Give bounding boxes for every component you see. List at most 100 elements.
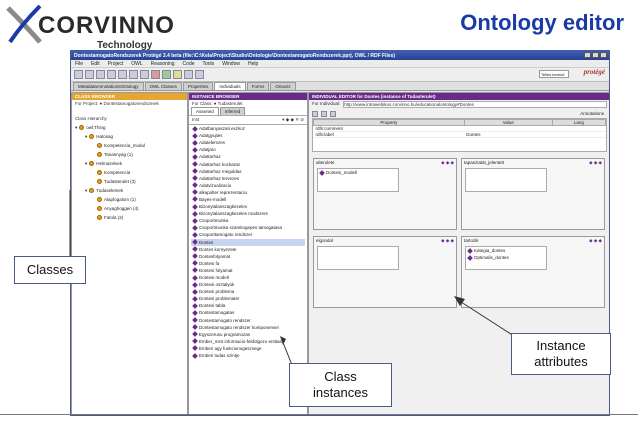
instance-item[interactable]: Adatvizualizacio (191, 182, 305, 189)
slot-value-list[interactable] (465, 168, 547, 192)
expand-icon[interactable]: ▾ (85, 161, 87, 167)
menu-item[interactable]: Tools (203, 61, 215, 67)
class-tree-item[interactable]: ▾ Helmazelvek (75, 159, 184, 168)
instance-item[interactable]: Dontesi problema (191, 288, 305, 295)
class-tree-item[interactable]: Tanannyag (1) (75, 150, 184, 159)
instance-icon (192, 338, 198, 345)
paste-icon[interactable] (129, 70, 138, 79)
instance-item[interactable]: Adatgyujtes (191, 132, 305, 139)
instance-item[interactable]: Dontestamogatas (191, 309, 305, 316)
class-tree-item[interactable]: ▾ owl:Thing (75, 123, 184, 132)
class-tree-item[interactable]: Alapfogalom (1) (75, 195, 184, 204)
instance-item[interactable]: alkapolter reprezentacio (191, 189, 305, 196)
menu-item[interactable]: Edit (91, 61, 100, 67)
slot-value[interactable]: Kategia_dontes (466, 247, 546, 254)
instance-item[interactable]: Csoportmunka szamitogepes tamogatasa (191, 224, 305, 231)
cut-icon[interactable] (107, 70, 116, 79)
expand-icon[interactable]: ▾ (75, 125, 77, 131)
menu-item[interactable]: Help (248, 61, 258, 67)
class-tree-item[interactable]: Anyaghoggen (4) (75, 204, 184, 213)
open-icon[interactable] (85, 70, 94, 79)
instance-item[interactable]: Emberi agy funkcionogeszsege (191, 345, 305, 352)
forward-icon[interactable] (195, 70, 204, 79)
instance-item[interactable]: Bizonytalanszagkezeles (191, 203, 305, 210)
slot-value[interactable]: Dontesi_modell (318, 169, 398, 176)
instance-item[interactable]: Csoporttamogato rendszer (191, 231, 305, 238)
class-tree-item[interactable]: ▾ Hatosag (75, 132, 184, 141)
tab-properties[interactable]: Properties (182, 82, 214, 90)
instance-item[interactable]: Dontesi modell (191, 274, 305, 281)
instance-tab-inferred[interactable]: Inferred (219, 107, 246, 115)
annotation-row[interactable]: rdfs:label Dontes (313, 131, 606, 138)
slot-value[interactable]: Optimalis_dontes (466, 254, 546, 261)
slide: CORVINNO Technology Transfer Ontology ed… (0, 0, 638, 442)
instance-item[interactable]: Adattarhaz tervezes (191, 175, 305, 182)
menu-item[interactable]: File (75, 61, 83, 67)
undo-icon[interactable] (140, 70, 149, 79)
slot-value-list[interactable]: Kategia_dontes Optimalis_dontes (465, 246, 547, 270)
close-button[interactable] (600, 52, 607, 58)
add-annotation-icon[interactable] (312, 110, 318, 117)
tab-ontoviz[interactable]: Ontoviz (270, 82, 296, 90)
redo-icon[interactable] (151, 70, 160, 79)
class-tree-item[interactable]: Kompetencia (75, 168, 184, 177)
reasoner-icon[interactable] (162, 70, 171, 79)
instance-item[interactable]: Adatjaro (191, 146, 305, 153)
menu-item[interactable]: Window (222, 61, 240, 67)
instance-item[interactable]: Dontes (191, 238, 305, 246)
slot-value-list[interactable]: Dontesi_modell (317, 168, 399, 192)
class-tree-item[interactable]: Tudasterulet (3) (75, 177, 184, 186)
instance-item[interactable]: Dontesi fa (191, 260, 305, 267)
instance-item[interactable]: Dontes kornyezete (191, 246, 305, 253)
instance-item[interactable]: Dontestamogato rendszer (191, 317, 305, 324)
instance-item[interactable]: Bizonytalanszagkezeles modszere (191, 210, 305, 217)
tab-forms[interactable]: Forms (246, 82, 270, 90)
menu-item[interactable]: Project (108, 61, 124, 67)
copy-icon[interactable] (118, 70, 127, 79)
tab-owl-classes[interactable]: OWL Classes (144, 82, 182, 90)
menu-item[interactable]: Reasoning (151, 61, 175, 67)
instance-item[interactable]: Dontesi folyamat (191, 267, 305, 274)
menu-item[interactable]: Code (183, 61, 195, 67)
slot-actions[interactable]: ◆ ◆ ◆ (441, 238, 454, 244)
save-icon[interactable] (96, 70, 105, 79)
edit-annotation-icon[interactable] (321, 110, 327, 117)
minimize-button[interactable] (584, 52, 591, 58)
expand-icon[interactable]: ▾ (85, 134, 87, 140)
instance-item[interactable]: Adatbanyaszati eszkoz (191, 125, 305, 132)
instance-item[interactable]: Adattarhaz megoldas (191, 168, 305, 175)
slot-actions[interactable]: ◆ ◆ ◆ (589, 160, 602, 166)
new-icon[interactable] (74, 70, 83, 79)
instance-item[interactable]: Adattarhaz (191, 153, 305, 160)
instance-actions[interactable]: ▾ ◆ ◆ ✕ ⊘ (282, 117, 304, 123)
instance-item[interactable]: Emberi tudas szintje (191, 352, 305, 359)
instance-item[interactable]: Adattarhaz kockazat (191, 160, 305, 167)
delete-annotation-icon[interactable] (330, 110, 336, 117)
tab-individuals[interactable]: Individuals (214, 82, 246, 90)
class-tree-item[interactable]: ▾ Tudaselemek (75, 186, 184, 195)
instance-item[interactable]: Dontestamogato rendszer komponensei (191, 324, 305, 331)
individual-uri[interactable]: http://www.intrawebikus.corvinno.hu/educ… (343, 101, 607, 108)
instance-item[interactable]: Dontesi problemater (191, 295, 305, 302)
back-icon[interactable] (184, 70, 193, 79)
slot-value-list[interactable] (317, 246, 399, 270)
expand-icon[interactable]: ▾ (85, 188, 87, 194)
instance-item[interactable]: Dontesi osztalyok (191, 281, 305, 288)
class-tree-item[interactable]: Kompetencia_modul (75, 141, 184, 150)
slot-actions[interactable]: ◆ ◆ ◆ (589, 238, 602, 244)
search-input[interactable]: Telles kereső (539, 70, 569, 78)
instance-item[interactable]: Dontesi tabla (191, 302, 305, 309)
instance-item[interactable]: Egyszerusu programozas (191, 331, 305, 338)
instance-item[interactable]: Bayes-modell (191, 196, 305, 203)
instance-item[interactable]: Ember_mint informacio-feldolgozo entitas (191, 338, 305, 345)
maximize-button[interactable] (592, 52, 599, 58)
instance-item[interactable]: Dontesfolyamat (191, 253, 305, 260)
menu-item[interactable]: OWL (131, 61, 142, 67)
instance-item[interactable]: Csoportmunka (191, 217, 305, 224)
slot-actions[interactable]: ◆ ◆ ◆ (441, 160, 454, 166)
class-tree-item[interactable]: Fatola (2) (75, 213, 184, 222)
classify-icon[interactable] (173, 70, 182, 79)
instance-tab-asserted[interactable]: Asserted (191, 107, 219, 115)
tab-metadataannotationsontology[interactable]: MetadataAnnotationsOntology (73, 82, 144, 90)
instance-item[interactable]: Adatelemzes (191, 139, 305, 146)
